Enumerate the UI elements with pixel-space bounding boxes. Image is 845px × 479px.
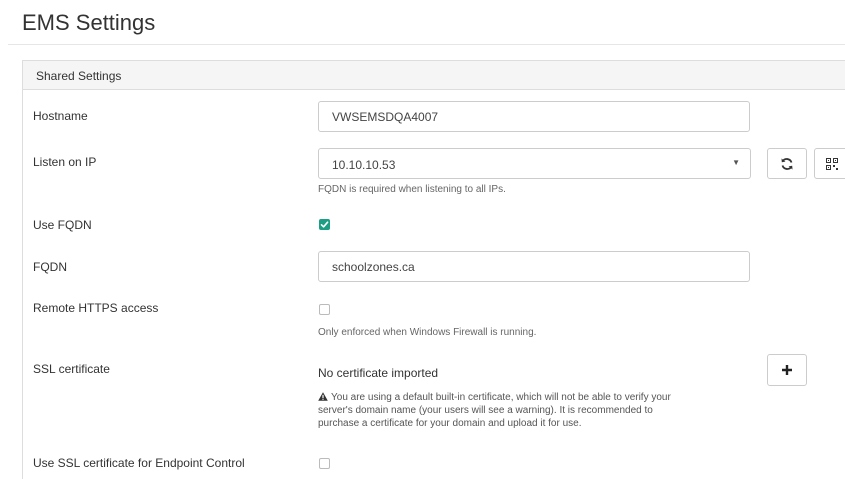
fqdn-input[interactable]: schoolzones.ca bbox=[318, 251, 750, 282]
remote-https-label: Remote HTTPS access bbox=[33, 301, 159, 315]
ssl-warning-line3: purchase a certificate for your domain a… bbox=[318, 418, 582, 429]
qr-code-icon bbox=[826, 158, 838, 170]
fqdn-value: schoolzones.ca bbox=[332, 260, 415, 274]
listen-ip-label: Listen on IP bbox=[33, 155, 97, 169]
listen-ip-value: 10.10.10.53 bbox=[332, 158, 396, 172]
remote-https-help: Only enforced when Windows Firewall is r… bbox=[318, 327, 537, 338]
ssl-warning-line1: You are using a default built-in certifi… bbox=[331, 392, 671, 403]
ssl-status: No certificate imported bbox=[318, 366, 439, 380]
ssl-endpoint-checkbox[interactable] bbox=[319, 458, 330, 469]
panel-heading-text: Shared Settings bbox=[36, 69, 122, 83]
page-title: EMS Settings bbox=[22, 10, 156, 35]
hostname-value: VWSEMSDQA4007 bbox=[332, 110, 439, 124]
title-divider bbox=[8, 44, 845, 45]
ssl-endpoint-label: Use SSL certificate for Endpoint Control bbox=[33, 456, 245, 470]
refresh-icon bbox=[781, 158, 793, 170]
plus-icon bbox=[782, 365, 792, 375]
refresh-button[interactable] bbox=[767, 148, 807, 179]
listen-ip-select[interactable]: 10.10.10.53 ▼ bbox=[318, 148, 751, 179]
qr-code-button[interactable] bbox=[814, 148, 845, 179]
ssl-warning-line2: server's domain name (your users will se… bbox=[318, 405, 653, 416]
ssl-warning: You are using a default built-in certifi… bbox=[318, 391, 671, 430]
fqdn-label: FQDN bbox=[33, 260, 67, 274]
ssl-certificate-label: SSL certificate bbox=[33, 362, 110, 376]
use-fqdn-label: Use FQDN bbox=[33, 218, 92, 232]
chevron-down-icon: ▼ bbox=[732, 158, 740, 167]
use-fqdn-checkbox[interactable] bbox=[319, 219, 330, 230]
listen-ip-help: FQDN is required when listening to all I… bbox=[318, 184, 506, 195]
hostname-label: Hostname bbox=[33, 109, 88, 123]
checkmark-icon bbox=[320, 221, 329, 228]
remote-https-checkbox[interactable] bbox=[319, 304, 330, 315]
panel-heading: Shared Settings bbox=[23, 61, 845, 90]
hostname-input[interactable]: VWSEMSDQA4007 bbox=[318, 101, 750, 132]
warning-icon bbox=[318, 392, 328, 401]
add-certificate-button[interactable] bbox=[767, 354, 807, 386]
